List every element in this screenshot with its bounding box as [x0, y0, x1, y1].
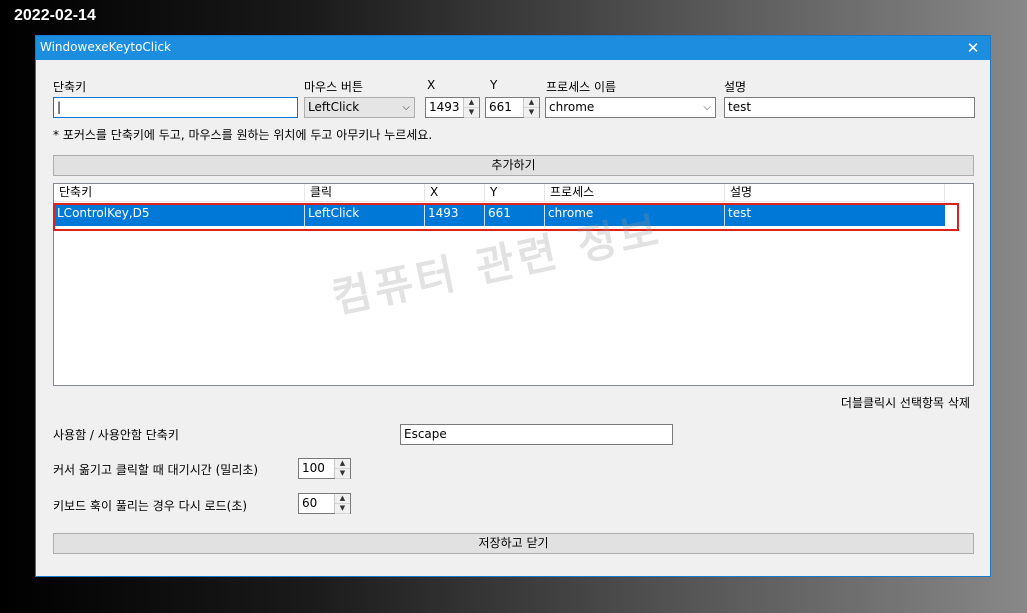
- cell-click: LeftClick: [305, 203, 425, 226]
- wait-time-label: 커서 옮기고 클릭할 때 대기시간 (밀리초): [53, 463, 259, 477]
- y-stepper[interactable]: 661 ▲ ▼: [485, 97, 540, 118]
- x-value: 1493: [429, 100, 460, 114]
- spin-up-icon[interactable]: ▲: [524, 98, 539, 108]
- chevron-down-icon: ⌵: [402, 102, 410, 113]
- process-value: chrome: [549, 100, 595, 114]
- mouse-button-select[interactable]: LeftClick ⌵: [304, 97, 415, 118]
- wait-time-stepper[interactable]: 100 ▲ ▼: [298, 458, 351, 479]
- reload-label: 키보드 훅이 풀리는 경우 다시 로드(초): [53, 499, 248, 513]
- toggle-hotkey-label: 사용함 / 사용안함 단축키: [53, 428, 179, 442]
- save-close-button[interactable]: 저장하고 닫기: [53, 533, 974, 554]
- hotkey-label: 단축키: [53, 80, 87, 94]
- list-header: 단축키 클릭 X Y 프로세스 설명: [54, 184, 945, 202]
- chevron-down-icon: ⌵: [703, 102, 711, 113]
- table-row[interactable]: LControlKey,D5 LeftClick 1493 661 chrome…: [54, 203, 945, 226]
- window-title: WindowexeKeytoClick: [40, 40, 171, 54]
- desc-label: 설명: [724, 80, 747, 94]
- spin-down-icon[interactable]: ▼: [335, 469, 350, 479]
- reload-value: 60: [302, 496, 318, 510]
- x-label: X: [427, 78, 436, 92]
- process-select[interactable]: chrome ⌵: [545, 97, 716, 118]
- spin-up-icon[interactable]: ▲: [464, 98, 479, 108]
- column-header-process[interactable]: 프로세스: [545, 184, 725, 201]
- spin-up-icon[interactable]: ▲: [335, 459, 350, 469]
- column-header-click[interactable]: 클릭: [305, 184, 425, 201]
- y-stepper-buttons[interactable]: ▲ ▼: [523, 98, 539, 118]
- column-header-y[interactable]: Y: [485, 184, 545, 201]
- y-value: 661: [489, 100, 512, 114]
- app-window: WindowexeKeytoClick ✕ 단축키 마우스 버튼 X Y 프로세…: [35, 35, 991, 577]
- spin-down-icon[interactable]: ▼: [464, 108, 479, 118]
- column-header-desc[interactable]: 설명: [725, 184, 945, 201]
- desc-input[interactable]: test: [724, 97, 975, 118]
- reload-stepper[interactable]: 60 ▲ ▼: [298, 493, 351, 514]
- add-button[interactable]: 추가하기: [53, 155, 974, 176]
- process-label: 프로세스 이름: [546, 80, 617, 94]
- wait-time-value: 100: [302, 461, 325, 475]
- spin-up-icon[interactable]: ▲: [335, 494, 350, 504]
- wait-time-buttons[interactable]: ▲ ▼: [334, 459, 350, 479]
- hint-text: * 포커스를 단축키에 두고, 마우스를 원하는 위치에 두고 아무키나 누르세…: [53, 128, 433, 142]
- spin-down-icon[interactable]: ▼: [335, 504, 350, 514]
- reload-buttons[interactable]: ▲ ▼: [334, 494, 350, 514]
- mouse-button-label: 마우스 버튼: [304, 80, 364, 94]
- spin-down-icon[interactable]: ▼: [524, 108, 539, 118]
- close-button[interactable]: ✕: [956, 36, 990, 60]
- title-bar[interactable]: WindowexeKeytoClick ✕: [36, 36, 990, 60]
- cell-desc: test: [728, 206, 752, 220]
- column-header-x[interactable]: X: [425, 184, 485, 201]
- hotkey-input[interactable]: |: [53, 97, 298, 118]
- cell-x: 1493: [425, 203, 485, 226]
- delete-hint: 더블클릭시 선택항목 삭제: [840, 396, 970, 410]
- column-header-hotkey[interactable]: 단축키: [54, 184, 305, 201]
- y-label: Y: [490, 78, 498, 92]
- x-stepper[interactable]: 1493 ▲ ▼: [425, 97, 480, 118]
- cell-hotkey: LControlKey,D5: [54, 203, 305, 226]
- desktop-date: 2022-02-14: [14, 7, 96, 24]
- mouse-button-value: LeftClick: [308, 100, 360, 114]
- x-stepper-buttons[interactable]: ▲ ▼: [463, 98, 479, 118]
- toggle-hotkey-input[interactable]: Escape: [400, 424, 673, 445]
